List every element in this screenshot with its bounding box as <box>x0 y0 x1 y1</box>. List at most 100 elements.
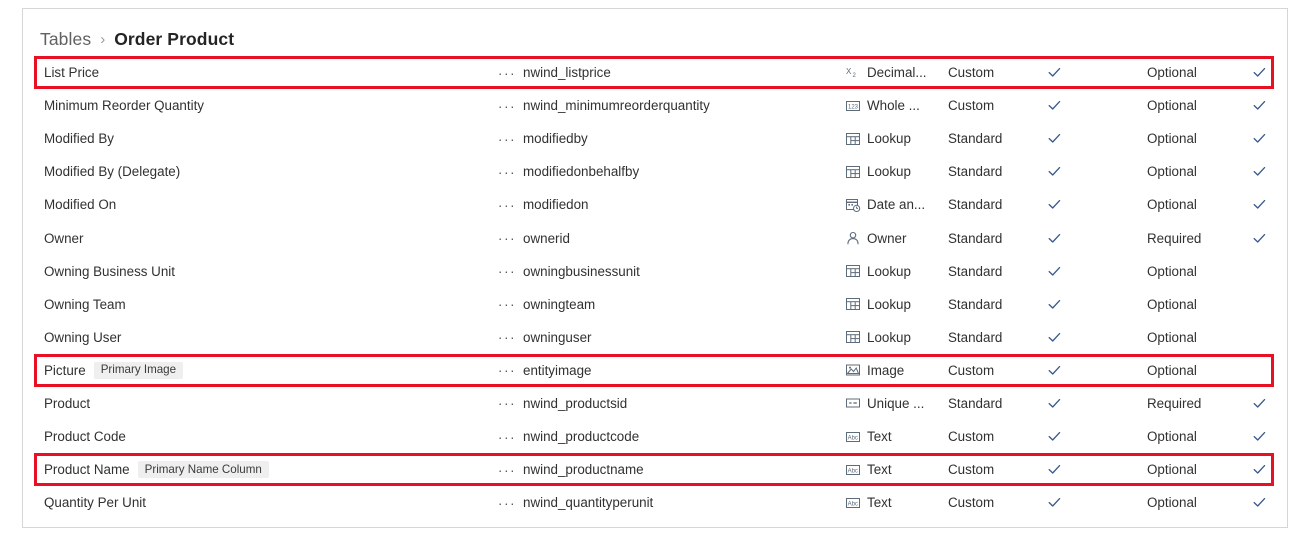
check-icon <box>1048 463 1061 476</box>
text-abc-icon: Abc <box>846 430 861 444</box>
table-row[interactable]: List Price ··· nwind_listprice X 2 Decimal...… <box>23 56 1287 89</box>
column-display-name: Owning Business Unit <box>44 263 175 279</box>
column-display-name: Quantity Per Unit <box>44 495 146 511</box>
table-row[interactable]: Product ··· nwind_productsid Unique ... Stan… <box>23 387 1287 420</box>
column-display-name-cell[interactable]: List Price <box>44 65 99 80</box>
column-display-name-cell[interactable]: Modified By <box>44 131 114 146</box>
column-display-name-cell[interactable]: Modified On <box>44 197 116 212</box>
row-more-options-button[interactable]: ··· <box>497 363 517 377</box>
column-data-type-cell: Lookup <box>846 131 911 146</box>
table-row[interactable]: Owning Team ··· owningteam Lookup Standard Op… <box>23 288 1287 321</box>
row-more-options-button[interactable]: ··· <box>497 231 517 245</box>
column-display-name-cell[interactable]: Modified By (Delegate) <box>44 164 180 179</box>
column-requirement: Optional <box>1147 98 1197 114</box>
column-display-name-cell[interactable]: Owning Business Unit <box>44 264 175 279</box>
row-more-options-button[interactable]: ··· <box>497 99 517 113</box>
row-more-options-button[interactable]: ··· <box>497 330 517 344</box>
table-columns-panel: Tables › Order Product List Price ··· nwin… <box>22 8 1288 528</box>
table-row[interactable]: Product Name Primary Name Column ··· nwind_… <box>23 453 1287 486</box>
column-display-name: Product Name <box>44 462 130 478</box>
column-display-name: Owner <box>44 230 84 246</box>
column-requirement: Optional <box>1147 164 1197 180</box>
column-display-name: Modified By (Delegate) <box>44 164 181 180</box>
row-more-options-button[interactable]: ··· <box>497 463 517 477</box>
column-logical-name: modifiedby <box>523 131 588 147</box>
row-more-options-button[interactable]: ··· <box>497 66 517 80</box>
text-abc-icon: Abc <box>846 463 861 477</box>
table-row[interactable]: Quantity Per Unit ··· nwind_quantityperuni… <box>23 486 1287 519</box>
check-icon <box>1048 331 1061 344</box>
column-logical-name: modifiedon <box>523 197 589 213</box>
column-auditing-check <box>1253 430 1271 443</box>
table-row[interactable]: Modified By (Delegate) ··· modifiedonbehal… <box>23 155 1287 188</box>
column-display-name-cell[interactable]: Product <box>44 396 90 411</box>
column-searchable-check <box>1048 298 1066 311</box>
table-row[interactable]: Modified By ··· modifiedby Lookup Standard Op… <box>23 122 1287 155</box>
column-badge: Primary Name Column <box>137 461 269 479</box>
column-searchable-check <box>1048 132 1066 145</box>
column-display-name-cell[interactable]: Owner <box>44 231 83 246</box>
column-display-name-cell[interactable]: Product Code <box>44 429 126 444</box>
table-row[interactable]: Minimum Reorder Quantity ··· nwind_minimum… <box>23 89 1287 122</box>
check-icon <box>1253 66 1266 79</box>
column-searchable-check <box>1048 331 1066 344</box>
column-customization: Custom <box>948 462 995 478</box>
row-more-options-button[interactable]: ··· <box>497 297 517 311</box>
column-data-type-cell: Abc Text <box>846 462 892 477</box>
column-searchable-check <box>1048 165 1066 178</box>
check-icon <box>1253 232 1266 245</box>
check-icon <box>1253 165 1266 178</box>
row-more-options-button[interactable]: ··· <box>497 396 517 410</box>
row-more-options-button[interactable]: ··· <box>497 496 517 510</box>
lookup-icon <box>846 330 861 344</box>
column-data-type: Lookup <box>867 329 911 345</box>
column-data-type-cell: 123 Whole ... <box>846 98 920 113</box>
column-customization: Standard <box>948 197 1003 213</box>
column-requirement: Optional <box>1147 362 1197 378</box>
column-display-name-cell[interactable]: Quantity Per Unit <box>44 495 146 510</box>
table-row[interactable]: Owning Business Unit ··· owningbusinessuni… <box>23 255 1287 288</box>
column-display-name-cell[interactable]: Picture Primary Image <box>44 361 184 379</box>
row-more-options-button[interactable]: ··· <box>497 430 517 444</box>
column-searchable-check <box>1048 463 1066 476</box>
row-more-options-button[interactable]: ··· <box>497 165 517 179</box>
column-display-name-cell[interactable]: Product Name Primary Name Column <box>44 461 269 479</box>
svg-text:Abc: Abc <box>848 501 858 507</box>
column-customization: Standard <box>948 164 1003 180</box>
chevron-right-icon: › <box>100 30 106 48</box>
column-customization: Custom <box>948 495 995 511</box>
column-searchable-check <box>1048 430 1066 443</box>
breadcrumb-tables-link[interactable]: Tables <box>40 29 91 50</box>
check-icon <box>1048 66 1061 79</box>
row-more-options-button[interactable]: ··· <box>497 264 517 278</box>
column-data-type: Unique ... <box>867 395 925 411</box>
column-badge: Primary Image <box>93 361 184 379</box>
column-customization: Standard <box>948 263 1003 279</box>
column-display-name: Product <box>44 395 91 411</box>
column-display-name-cell[interactable]: Owning User <box>44 330 121 345</box>
owner-person-icon <box>846 231 861 245</box>
column-display-name: Owning Team <box>44 296 126 312</box>
check-icon <box>1048 165 1061 178</box>
check-icon <box>1253 430 1266 443</box>
check-icon <box>1048 232 1061 245</box>
column-requirement: Optional <box>1147 329 1197 345</box>
table-row[interactable]: Owner ··· ownerid Owner Standard Required <box>23 221 1287 254</box>
column-customization: Standard <box>948 329 1003 345</box>
row-more-options-button[interactable]: ··· <box>497 198 517 212</box>
table-row[interactable]: Product Code ··· nwind_productcode Abc Text C… <box>23 420 1287 453</box>
table-row[interactable]: Modified On ··· modifiedon Date an... Standa… <box>23 188 1287 221</box>
table-row[interactable]: Picture Primary Image ··· entityimage Image C… <box>23 354 1287 387</box>
column-display-name-cell[interactable]: Minimum Reorder Quantity <box>44 98 204 113</box>
columns-grid: List Price ··· nwind_listprice X 2 Decimal...… <box>23 56 1287 519</box>
row-more-options-button[interactable]: ··· <box>497 132 517 146</box>
column-logical-name: nwind_quantityperunit <box>523 495 654 511</box>
column-logical-name: owninguser <box>523 329 592 345</box>
column-auditing-check <box>1253 99 1271 112</box>
column-searchable-check <box>1048 397 1066 410</box>
column-data-type-cell: Lookup <box>846 164 911 179</box>
check-icon <box>1048 99 1061 112</box>
column-logical-name: owningteam <box>523 296 596 312</box>
column-display-name-cell[interactable]: Owning Team <box>44 297 126 312</box>
table-row[interactable]: Owning User ··· owninguser Lookup Standard Op… <box>23 321 1287 354</box>
